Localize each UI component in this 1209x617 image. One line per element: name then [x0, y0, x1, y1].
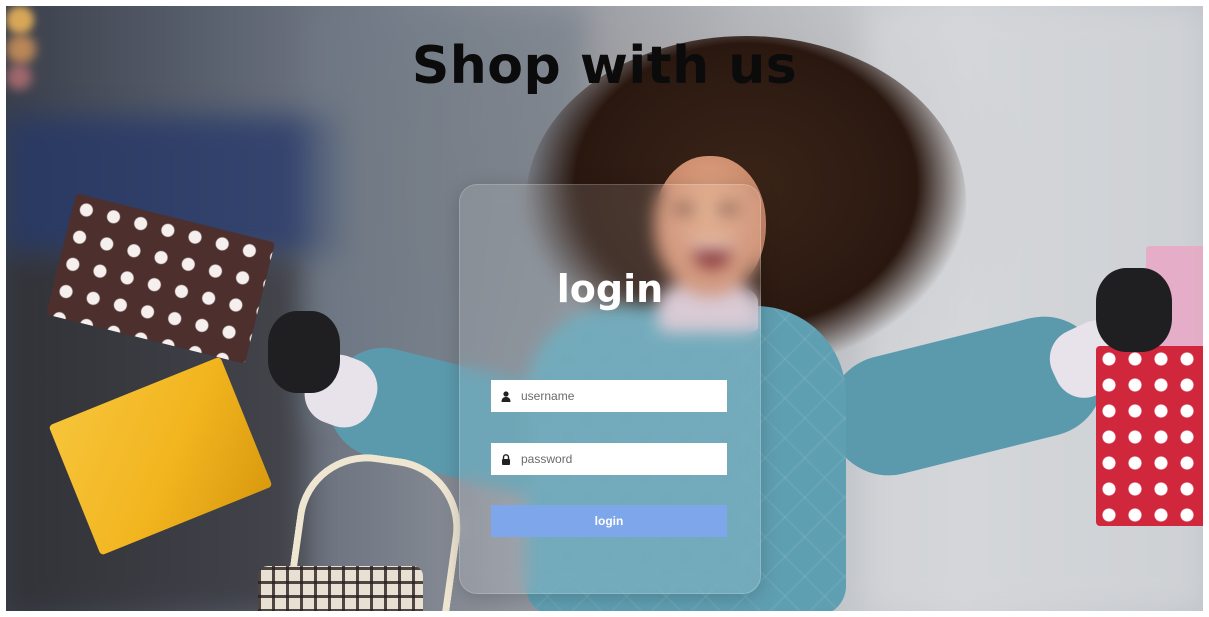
plaid-purse [258, 566, 423, 611]
username-field[interactable] [491, 380, 727, 412]
login-card: login login [459, 184, 761, 594]
polka-dot-shopping-bag-red [1096, 346, 1203, 526]
user-icon [491, 380, 521, 412]
black-glove-right [1096, 268, 1172, 352]
login-button[interactable]: login [491, 505, 727, 537]
username-input[interactable] [521, 381, 716, 411]
background-light [6, 6, 34, 34]
black-glove-left [268, 311, 340, 393]
password-input[interactable] [521, 444, 716, 474]
page-background: Shop with us login login [6, 6, 1203, 611]
login-title: login [556, 267, 664, 311]
password-field[interactable] [491, 443, 727, 475]
page-title: Shop with us [411, 36, 798, 96]
lock-icon [491, 443, 521, 475]
